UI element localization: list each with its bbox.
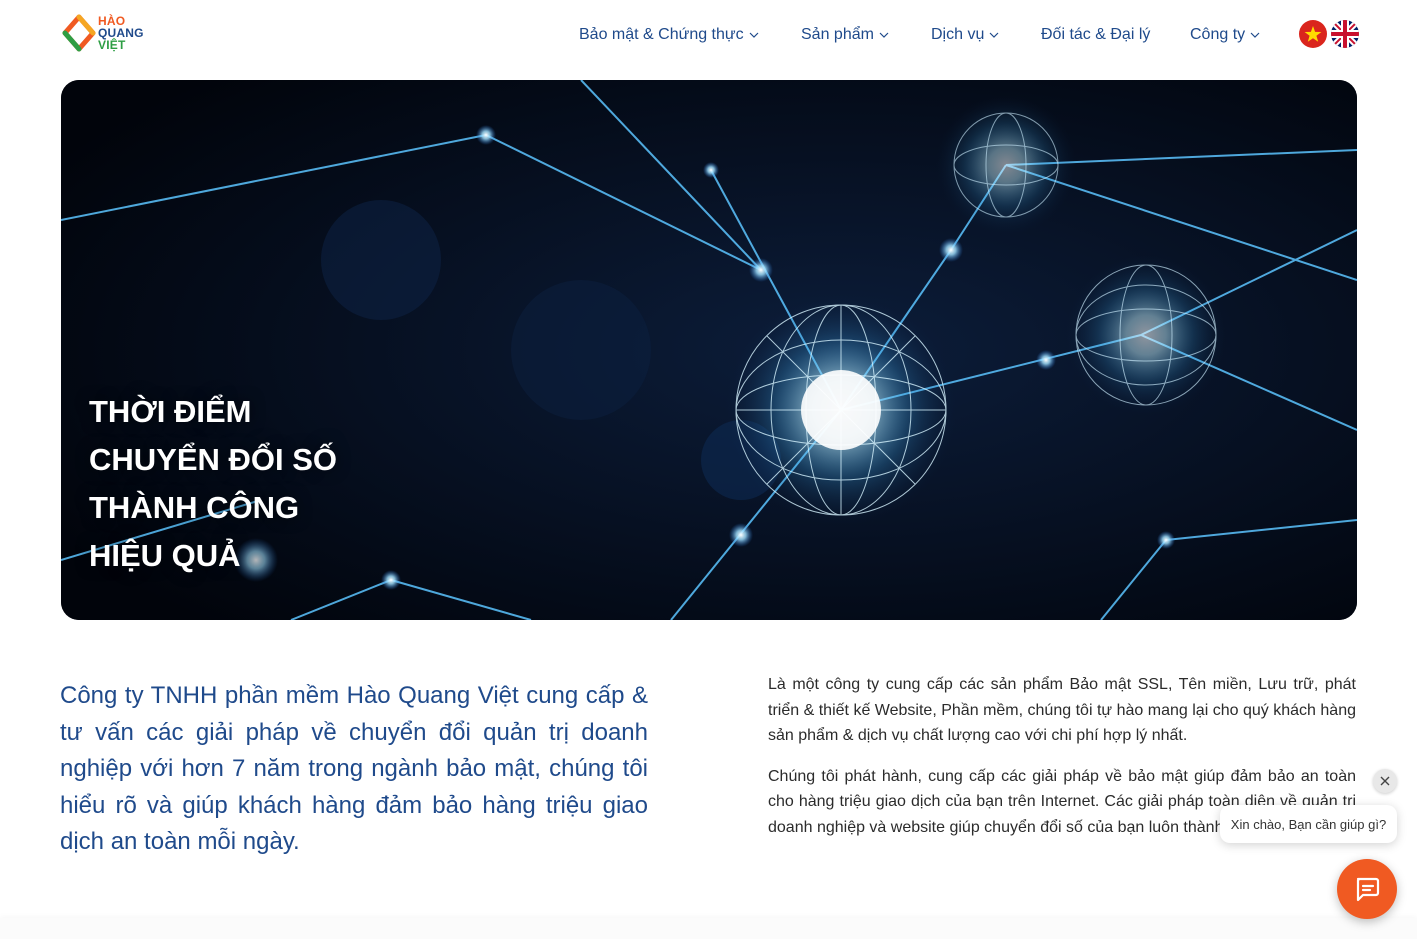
chat-icon: [1356, 877, 1380, 902]
hero-headline-line: HIỆU QUẢ: [89, 538, 241, 573]
chevron-down-icon: [749, 32, 759, 38]
chat-greeting-text: Xin chào, Bạn cần giúp gì?: [1230, 816, 1387, 832]
chevron-down-icon: [1250, 32, 1260, 38]
uk-flag-icon[interactable]: [1331, 20, 1359, 48]
chat-close-button[interactable]: [1373, 769, 1397, 793]
nav-item-products[interactable]: Sản phẩm: [801, 22, 889, 48]
close-icon: [1380, 776, 1390, 786]
hero-headline-line: THÀNH CÔNG: [89, 490, 300, 525]
nav-item-services[interactable]: Dịch vụ: [931, 22, 999, 48]
main-nav: Bảo mật & Chứng thực Sản phẩm Dịch vụ Đố…: [0, 22, 1417, 48]
nav-label: Công ty: [1190, 26, 1246, 43]
chat-greeting-bubble[interactable]: Xin chào, Bạn cần giúp gì?: [1220, 805, 1397, 843]
site-header: HÀO QUANG VIỆT Bảo mật & Chứng thực Sản …: [0, 0, 1417, 70]
nav-item-partners[interactable]: Đối tác & Đại lý: [1041, 22, 1150, 48]
chevron-down-icon: [989, 32, 999, 38]
nav-label: Bảo mật & Chứng thực: [579, 26, 744, 43]
intro-lead-text: Công ty TNHH phần mềm Hào Quang Việt cun…: [60, 682, 648, 855]
hero-headline-line: CHUYỂN ĐỔI SỐ: [89, 442, 338, 477]
chevron-down-icon: [879, 32, 889, 38]
nav-item-security[interactable]: Bảo mật & Chứng thực: [579, 22, 759, 48]
nav-item-company[interactable]: Công ty: [1190, 22, 1260, 48]
vietnam-flag-icon[interactable]: [1299, 20, 1327, 48]
hero-headline-line: THỜI ĐIỂM: [89, 394, 252, 429]
nav-label: Sản phẩm: [801, 26, 874, 43]
chat-open-button[interactable]: [1337, 859, 1397, 919]
next-section-edge: [0, 918, 1417, 939]
nav-label: Đối tác & Đại lý: [1041, 26, 1151, 43]
intro-paragraph: Là một công ty cung cấp các sản phẩm Bảo…: [768, 676, 1356, 744]
hero-banner: THỜI ĐIỂM CHUYỂN ĐỔI SỐ THÀNH CÔNG HIỆU …: [61, 80, 1357, 620]
nav-label: Dịch vụ: [931, 26, 985, 43]
hero-headline: THỜI ĐIỂM CHUYỂN ĐỔI SỐ THÀNH CÔNG HIỆU …: [89, 388, 337, 580]
